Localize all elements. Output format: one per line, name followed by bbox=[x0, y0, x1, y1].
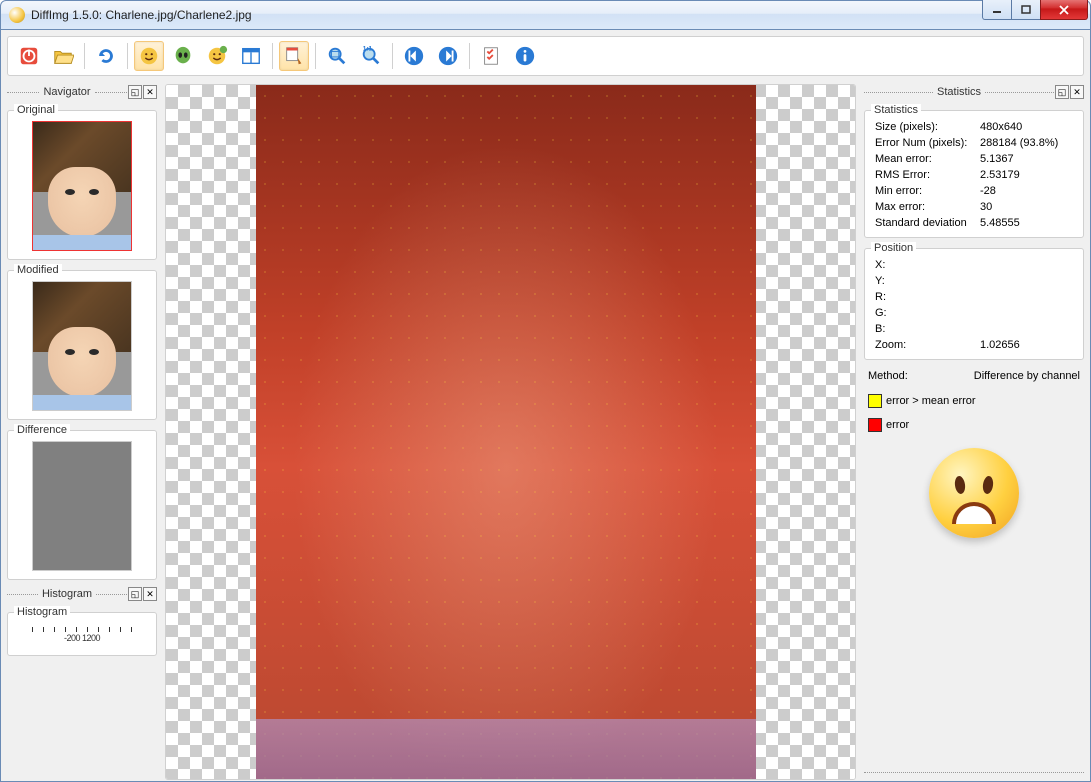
toolbar-separator bbox=[272, 43, 273, 69]
pos-r: R: bbox=[871, 289, 1077, 305]
difference-thumbnail[interactable] bbox=[32, 441, 132, 571]
close-panel-icon[interactable]: ✕ bbox=[1070, 85, 1084, 99]
statistics-head-label: Statistics bbox=[933, 86, 985, 98]
difference-group: Difference bbox=[7, 430, 157, 580]
histogram-header: Histogram ◱ ✕ bbox=[7, 586, 157, 602]
pos-x: X: bbox=[871, 257, 1077, 273]
pos-b: B: bbox=[871, 321, 1077, 337]
statistics-group-label: Statistics bbox=[871, 104, 921, 116]
show-diff-button[interactable] bbox=[279, 41, 309, 71]
original-label: Original bbox=[14, 104, 58, 116]
minimize-button[interactable] bbox=[982, 0, 1012, 20]
histogram-group: Histogram -200 1200 bbox=[7, 612, 157, 656]
stat-rms: RMS Error:2.53179 bbox=[871, 167, 1077, 183]
toolbar-separator bbox=[469, 43, 470, 69]
legend-gt-label: error > mean error bbox=[886, 395, 976, 407]
position-group-label: Position bbox=[871, 242, 916, 254]
navigator-label: Navigator bbox=[39, 86, 94, 98]
left-column: Navigator ◱ ✕ Original Modified Differen… bbox=[7, 84, 157, 780]
difference-label: Difference bbox=[14, 424, 70, 436]
legend-err: error bbox=[864, 416, 1084, 434]
open-button[interactable] bbox=[48, 41, 78, 71]
legend-err-swatch bbox=[868, 418, 882, 432]
toolbar-separator bbox=[84, 43, 85, 69]
modified-group: Modified bbox=[7, 270, 157, 420]
stat-std: Standard deviation5.48555 bbox=[871, 215, 1077, 231]
stat-min: Min error:-28 bbox=[871, 183, 1077, 199]
svg-text:1:1: 1:1 bbox=[363, 46, 373, 53]
zoom-11-button[interactable]: 1:1 bbox=[356, 41, 386, 71]
pos-g: G: bbox=[871, 305, 1077, 321]
histogram-group-label: Histogram bbox=[14, 606, 70, 618]
toolbar-separator bbox=[315, 43, 316, 69]
close-button[interactable] bbox=[1040, 0, 1088, 20]
prev-button[interactable] bbox=[399, 41, 429, 71]
refresh-button[interactable] bbox=[91, 41, 121, 71]
toolbar-separator bbox=[392, 43, 393, 69]
method-row: Method: Difference by channel bbox=[864, 366, 1084, 386]
histogram-ruler: -200 1200 bbox=[32, 627, 132, 643]
method-value: Difference by channel bbox=[974, 370, 1080, 382]
legend-gt-swatch bbox=[868, 394, 882, 408]
legend-gt: error > mean error bbox=[864, 392, 1084, 410]
app-icon bbox=[9, 7, 25, 23]
stat-size: Size (pixels):480x640 bbox=[871, 119, 1077, 135]
histogram-head-label: Histogram bbox=[38, 588, 96, 600]
undock-icon[interactable]: ◱ bbox=[128, 587, 142, 601]
close-panel-icon[interactable]: ✕ bbox=[143, 587, 157, 601]
histogram-axis: -200 1200 bbox=[32, 633, 132, 643]
statistics-group: Statistics Size (pixels):480x640 Error N… bbox=[864, 110, 1084, 238]
image-viewport[interactable] bbox=[165, 84, 856, 780]
quit-button[interactable] bbox=[14, 41, 44, 71]
navigator-header: Navigator ◱ ✕ bbox=[7, 84, 157, 100]
toolbar: 1:1 bbox=[7, 36, 1084, 76]
undock-icon[interactable]: ◱ bbox=[128, 85, 142, 99]
about-button[interactable] bbox=[510, 41, 540, 71]
stat-mean: Mean error:5.1367 bbox=[871, 151, 1077, 167]
modified-thumbnail[interactable] bbox=[32, 281, 132, 411]
toolbar-separator bbox=[127, 43, 128, 69]
right-footer-dots bbox=[864, 764, 1084, 780]
smile2-button[interactable] bbox=[202, 41, 232, 71]
original-thumbnail[interactable] bbox=[32, 121, 132, 251]
zoom-fit-button[interactable] bbox=[322, 41, 352, 71]
stat-errnum: Error Num (pixels):288184 (93.8%) bbox=[871, 135, 1077, 151]
diff-image bbox=[256, 85, 756, 779]
method-label: Method: bbox=[868, 370, 908, 382]
dual-panel-button[interactable] bbox=[236, 41, 266, 71]
pos-y: Y: bbox=[871, 273, 1077, 289]
modified-label: Modified bbox=[14, 264, 62, 276]
preferences-button[interactable] bbox=[476, 41, 506, 71]
sad-face-icon bbox=[929, 448, 1019, 538]
app-frame: 1:1 Navigator ◱ ✕ Original Modified bbox=[0, 30, 1091, 782]
position-group: Position X: Y: R: G: B: Zoom:1.02656 bbox=[864, 248, 1084, 360]
alien-button[interactable] bbox=[168, 41, 198, 71]
right-column: Statistics ◱ ✕ Statistics Size (pixels):… bbox=[864, 84, 1084, 780]
maximize-button[interactable] bbox=[1011, 0, 1041, 20]
original-group: Original bbox=[7, 110, 157, 260]
pos-zoom: Zoom:1.02656 bbox=[871, 337, 1077, 353]
smile-button[interactable] bbox=[134, 41, 164, 71]
main-area: Navigator ◱ ✕ Original Modified Differen… bbox=[7, 84, 1084, 780]
window-title: DiffImg 1.5.0: Charlene.jpg/Charlene2.jp… bbox=[31, 8, 252, 22]
window-controls bbox=[983, 0, 1088, 20]
legend-err-label: error bbox=[886, 419, 909, 431]
next-button[interactable] bbox=[433, 41, 463, 71]
undock-icon[interactable]: ◱ bbox=[1055, 85, 1069, 99]
statistics-header: Statistics ◱ ✕ bbox=[864, 84, 1084, 100]
close-panel-icon[interactable]: ✕ bbox=[143, 85, 157, 99]
title-bar: DiffImg 1.5.0: Charlene.jpg/Charlene2.jp… bbox=[0, 0, 1091, 30]
stat-max: Max error:30 bbox=[871, 199, 1077, 215]
